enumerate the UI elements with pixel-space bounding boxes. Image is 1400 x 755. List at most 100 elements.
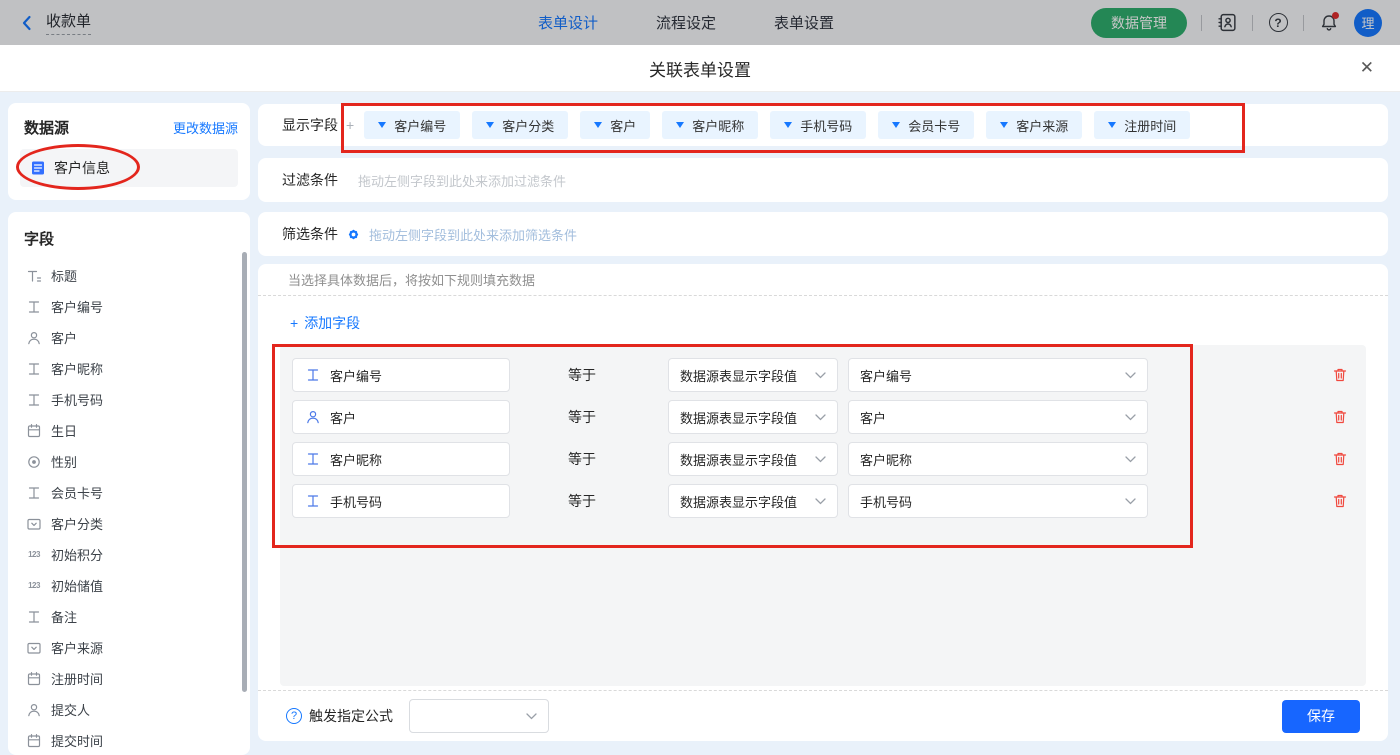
input-icon bbox=[26, 609, 42, 625]
field-list: 标题客户编号客户客户昵称手机号码生日性别会员卡号客户分类123初始积分123初始… bbox=[8, 260, 250, 755]
display-field-chip[interactable]: 客户 bbox=[580, 111, 650, 139]
chevron-down-icon bbox=[815, 372, 826, 379]
caret-down-icon bbox=[594, 122, 602, 128]
display-fields-row: 显示字段 + 客户编号客户分类客户客户昵称手机号码会员卡号客户来源注册时间 bbox=[258, 104, 1388, 146]
display-field-chip[interactable]: 手机号码 bbox=[770, 111, 866, 139]
target-field-select[interactable]: 手机号码 bbox=[848, 484, 1148, 518]
field-item[interactable]: 手机号码 bbox=[8, 384, 250, 415]
tab-2[interactable]: 表单设置 bbox=[774, 12, 834, 33]
field-item[interactable]: 提交时间 bbox=[8, 725, 250, 755]
notification-bell-icon[interactable] bbox=[1318, 12, 1340, 34]
target-field-select[interactable]: 客户昵称 bbox=[848, 442, 1148, 476]
source-select[interactable]: 数据源表显示字段值 bbox=[668, 358, 838, 392]
mapping-field-box[interactable]: 客户昵称 bbox=[292, 442, 510, 476]
source-select[interactable]: 数据源表显示字段值 bbox=[668, 442, 838, 476]
data-manage-button[interactable]: 数据管理 bbox=[1091, 8, 1187, 38]
scrollbar-thumb[interactable] bbox=[242, 252, 247, 692]
change-datasource-link[interactable]: 更改数据源 bbox=[173, 118, 238, 137]
input-icon bbox=[305, 493, 321, 509]
display-field-chip[interactable]: 会员卡号 bbox=[878, 111, 974, 139]
display-field-chip[interactable]: 客户来源 bbox=[986, 111, 1082, 139]
avatar[interactable]: 理 bbox=[1354, 9, 1382, 37]
input-icon bbox=[305, 367, 321, 383]
fields-title: 字段 bbox=[8, 212, 250, 249]
user-icon bbox=[305, 409, 321, 425]
tab-1[interactable]: 流程设定 bbox=[656, 12, 716, 33]
display-field-chip[interactable]: 注册时间 bbox=[1094, 111, 1190, 139]
mapping-row: 客户昵称等于数据源表显示字段值客户昵称 bbox=[292, 442, 1366, 476]
trash-icon[interactable] bbox=[1332, 367, 1348, 383]
field-item[interactable]: 客户分类 bbox=[8, 508, 250, 539]
display-fields-label: 显示字段 bbox=[282, 115, 338, 135]
trash-icon[interactable] bbox=[1332, 451, 1348, 467]
radio-icon bbox=[26, 454, 42, 470]
back-icon[interactable] bbox=[18, 14, 36, 32]
chevron-down-icon bbox=[815, 456, 826, 463]
caret-down-icon bbox=[676, 122, 684, 128]
caret-down-icon bbox=[1000, 122, 1008, 128]
add-display-field-icon[interactable]: + bbox=[346, 117, 354, 133]
chevron-down-icon bbox=[1125, 456, 1136, 463]
input-icon bbox=[26, 485, 42, 501]
trash-icon[interactable] bbox=[1332, 409, 1348, 425]
target-field-select[interactable]: 客户 bbox=[848, 400, 1148, 434]
field-item[interactable]: 客户 bbox=[8, 322, 250, 353]
operator-label: 等于 bbox=[568, 491, 668, 511]
screening-condition-row[interactable]: 筛选条件 拖动左侧字段到此处来添加筛选条件 bbox=[258, 212, 1388, 256]
field-item[interactable]: 客户编号 bbox=[8, 291, 250, 322]
display-field-chips: 客户编号客户分类客户客户昵称手机号码会员卡号客户来源注册时间 bbox=[364, 111, 1190, 139]
mapping-row: 手机号码等于数据源表显示字段值手机号码 bbox=[292, 484, 1366, 518]
input-icon bbox=[26, 299, 42, 315]
field-item[interactable]: 会员卡号 bbox=[8, 477, 250, 508]
date-icon bbox=[26, 423, 42, 439]
field-item[interactable]: 123初始积分 bbox=[8, 539, 250, 570]
formula-select[interactable] bbox=[409, 699, 549, 733]
tab-0[interactable]: 表单设计 bbox=[538, 12, 598, 33]
datasource-selected-row[interactable]: 客户信息 bbox=[20, 149, 238, 187]
mapping-field-box[interactable]: 手机号码 bbox=[292, 484, 510, 518]
modal-title: 关联表单设置 bbox=[649, 56, 751, 81]
field-item[interactable]: 标题 bbox=[8, 260, 250, 291]
gear-icon[interactable] bbox=[346, 227, 361, 242]
field-item[interactable]: 性别 bbox=[8, 446, 250, 477]
filter-condition-row[interactable]: 过滤条件 拖动左侧字段到此处来添加过滤条件 bbox=[258, 158, 1388, 202]
input-icon bbox=[305, 451, 321, 467]
caret-down-icon bbox=[892, 122, 900, 128]
field-item[interactable]: 生日 bbox=[8, 415, 250, 446]
field-item[interactable]: 客户昵称 bbox=[8, 353, 250, 384]
caret-down-icon bbox=[378, 122, 386, 128]
mapping-field-box[interactable]: 客户 bbox=[292, 400, 510, 434]
mapping-row: 客户等于数据源表显示字段值客户 bbox=[292, 400, 1366, 434]
notification-dot bbox=[1332, 12, 1339, 19]
plus-icon: + bbox=[290, 315, 298, 331]
display-field-chip[interactable]: 客户分类 bbox=[472, 111, 568, 139]
close-icon[interactable]: ✕ bbox=[1360, 58, 1374, 78]
display-field-chip[interactable]: 客户昵称 bbox=[662, 111, 758, 139]
formula-label: 触发指定公式 bbox=[309, 706, 393, 726]
caret-down-icon bbox=[784, 122, 792, 128]
modal-header: 关联表单设置 ✕ bbox=[0, 45, 1400, 92]
select-icon bbox=[26, 640, 42, 656]
field-item[interactable]: 客户来源 bbox=[8, 632, 250, 663]
contacts-icon[interactable] bbox=[1216, 12, 1238, 34]
formula-help-icon[interactable]: ? bbox=[286, 708, 302, 724]
source-select[interactable]: 数据源表显示字段值 bbox=[668, 484, 838, 518]
trash-icon[interactable] bbox=[1332, 493, 1348, 509]
source-select[interactable]: 数据源表显示字段值 bbox=[668, 400, 838, 434]
add-field-button[interactable]: + 添加字段 bbox=[290, 313, 360, 333]
operator-label: 等于 bbox=[568, 365, 668, 385]
field-item[interactable]: 提交人 bbox=[8, 694, 250, 725]
target-field-select[interactable]: 客户编号 bbox=[848, 358, 1148, 392]
field-item[interactable]: 123初始储值 bbox=[8, 570, 250, 601]
number-icon: 123 bbox=[26, 550, 42, 559]
save-button[interactable]: 保存 bbox=[1282, 700, 1360, 733]
help-icon[interactable]: ? bbox=[1267, 12, 1289, 34]
display-field-chip[interactable]: 客户编号 bbox=[364, 111, 460, 139]
topbar-left: 收款单 bbox=[18, 10, 448, 35]
form-name[interactable]: 收款单 bbox=[46, 10, 91, 35]
field-item[interactable]: 注册时间 bbox=[8, 663, 250, 694]
mapping-field-box[interactable]: 客户编号 bbox=[292, 358, 510, 392]
field-item[interactable]: 备注 bbox=[8, 601, 250, 632]
filter-placeholder: 拖动左侧字段到此处来添加过滤条件 bbox=[358, 171, 566, 190]
topbar: 收款单 表单设计 流程设定 表单设置 数据管理 ? bbox=[0, 0, 1400, 45]
